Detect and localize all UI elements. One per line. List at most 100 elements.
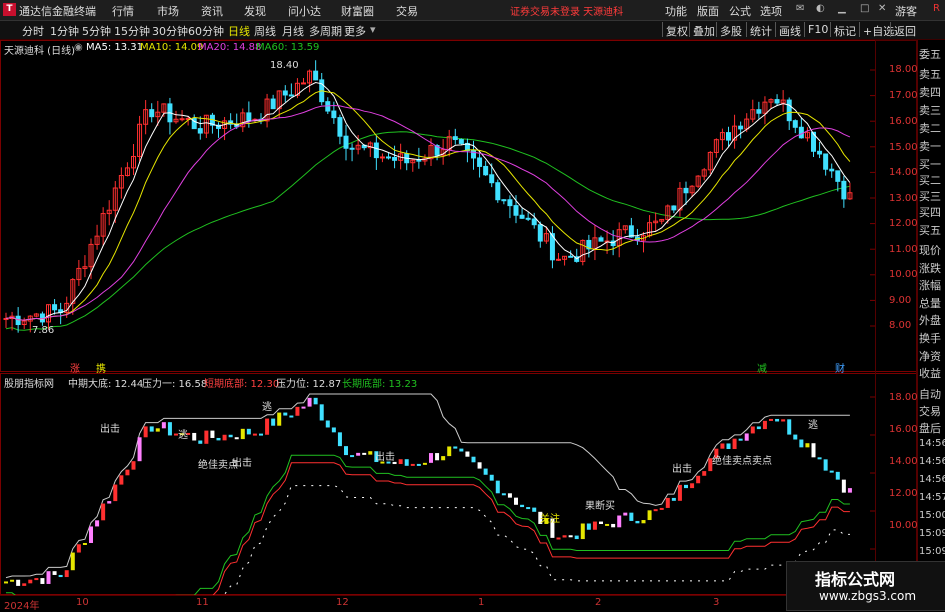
side-sell5[interactable]: 卖五: [919, 66, 945, 82]
indicator-bar: [337, 432, 342, 447]
diejia-button[interactable]: 叠加: [689, 22, 718, 38]
side-change[interactable]: 涨跌: [919, 260, 945, 276]
side-outer[interactable]: 外盘: [919, 312, 945, 328]
menu-faxian[interactable]: 发现: [244, 3, 266, 19]
indicator-chart[interactable]: [0, 373, 875, 595]
side-buy2[interactable]: 买二: [919, 172, 945, 188]
time-label: 12: [336, 597, 349, 608]
menu-banmian[interactable]: 版面: [697, 3, 719, 19]
biaoji-button[interactable]: 标记: [830, 22, 859, 38]
time-label: 2024年: [4, 601, 40, 612]
period-fenshi[interactable]: 分时: [22, 23, 44, 39]
candle-body: [15, 315, 21, 326]
duogu-button[interactable]: 多股: [716, 22, 745, 38]
candle-body: [471, 149, 476, 159]
menu-xuanxiang[interactable]: 选项: [760, 3, 782, 19]
guest-label[interactable]: 游客: [895, 3, 917, 19]
candle-body: [671, 205, 677, 211]
period-more[interactable]: 更多: [344, 23, 366, 39]
period-60min[interactable]: 60分钟: [188, 23, 224, 39]
indicator-bar: [422, 462, 427, 465]
side-sell2[interactable]: 卖二: [919, 120, 945, 136]
skin-icon[interactable]: ◐: [816, 3, 825, 14]
side-after-hours[interactable]: 盘后: [919, 420, 945, 436]
r-icon[interactable]: R: [933, 3, 940, 14]
period-5min[interactable]: 5分钟: [82, 23, 111, 39]
menu-shichang[interactable]: 市场: [157, 3, 179, 19]
maximize-icon[interactable]: □: [860, 3, 869, 14]
indicator-bar: [89, 526, 93, 543]
side-net-assets[interactable]: 净资: [919, 348, 945, 364]
indicator-bar: [775, 418, 780, 422]
indicator-bar: [659, 507, 664, 510]
annotation-escape: 逃: [178, 430, 188, 441]
period-1min[interactable]: 1分钟: [50, 23, 79, 39]
annotation-escape: 逃: [808, 420, 818, 431]
indicator-bar: [441, 456, 446, 461]
close-icon[interactable]: ✕: [878, 3, 886, 14]
fuquan-button[interactable]: 复权: [662, 22, 691, 38]
period-30min[interactable]: 30分钟: [152, 23, 188, 39]
side-wei5[interactable]: 委五: [919, 46, 945, 62]
side-buy4[interactable]: 买四: [919, 204, 945, 220]
menu-wenxiaoda[interactable]: 问小达: [288, 3, 321, 19]
period-toolbar: 分时 1分钟 5分钟 15分钟 30分钟 60分钟 日线 周线 月线 多周期 更…: [0, 21, 945, 40]
indicator-bar: [568, 535, 573, 538]
indicator-bar: [677, 484, 682, 501]
back-button[interactable]: 返回: [890, 22, 919, 38]
side-buy3[interactable]: 买三: [919, 188, 945, 204]
indicator-bar: [841, 479, 846, 493]
message-icon[interactable]: ✉: [796, 3, 804, 14]
period-monthly[interactable]: 月线: [282, 23, 304, 39]
candle-body: [149, 109, 155, 118]
period-multi[interactable]: 多周期: [309, 23, 342, 39]
indicator-bar: [787, 419, 792, 435]
f10-button[interactable]: F10: [804, 22, 831, 37]
side-price[interactable]: 现价: [919, 242, 945, 258]
side-volume[interactable]: 总量: [919, 295, 945, 311]
ind-tick: 14.00: [889, 456, 918, 467]
indicator-bar: [629, 512, 634, 521]
menu-gongshi[interactable]: 公式: [729, 3, 751, 19]
candle-body: [817, 150, 823, 155]
candle-body: [519, 214, 525, 219]
annotation-attack: 出击: [232, 458, 252, 469]
side-turnover[interactable]: 换手: [919, 330, 945, 346]
annotation-escape: 逃: [262, 402, 272, 413]
period-weekly[interactable]: 周线: [254, 23, 276, 39]
indicator-bar: [580, 523, 585, 540]
indicator-bar: [137, 437, 142, 462]
menu-caifuquan[interactable]: 财富圈: [341, 3, 374, 19]
side-earnings[interactable]: 收益: [919, 365, 945, 381]
side-buy1[interactable]: 买一: [919, 156, 945, 172]
indicator-bar: [313, 397, 318, 405]
period-15min[interactable]: 15分钟: [114, 23, 150, 39]
side-auto[interactable]: 自动: [919, 386, 945, 402]
indicator-bar: [277, 412, 282, 426]
candle-body: [726, 132, 731, 141]
side-buy5[interactable]: 买五: [919, 222, 945, 238]
candle-body: [373, 142, 379, 159]
side-sell4[interactable]: 卖四: [919, 84, 945, 100]
side-sell3[interactable]: 卖三: [919, 102, 945, 118]
menu-jiaoyi[interactable]: 交易: [396, 3, 418, 19]
menu-zixun[interactable]: 资讯: [201, 3, 223, 19]
tongji-button[interactable]: 统计: [746, 22, 775, 38]
indicator-bar: [271, 418, 276, 426]
side-trade[interactable]: 交易: [919, 403, 945, 419]
side-change-pct[interactable]: 涨幅: [919, 277, 945, 293]
time-label: 2: [595, 597, 602, 608]
ind-tick: 10.00: [889, 520, 918, 531]
menu-hangqing[interactable]: 行情: [112, 3, 134, 19]
side-sell1[interactable]: 卖一: [919, 138, 945, 154]
more-chevron-icon[interactable]: ▾: [370, 23, 376, 36]
period-daily[interactable]: 日线: [228, 23, 250, 39]
candlestick-chart[interactable]: [0, 40, 875, 372]
indicator-bar: [46, 571, 51, 584]
indicator-bar: [495, 480, 500, 494]
menu-gongneng[interactable]: 功能: [665, 3, 687, 19]
minimize-icon[interactable]: ▁: [838, 3, 846, 14]
indicator-bar: [805, 443, 810, 448]
huaxian-button[interactable]: 画线: [775, 22, 804, 38]
indicator-bar: [64, 570, 69, 578]
